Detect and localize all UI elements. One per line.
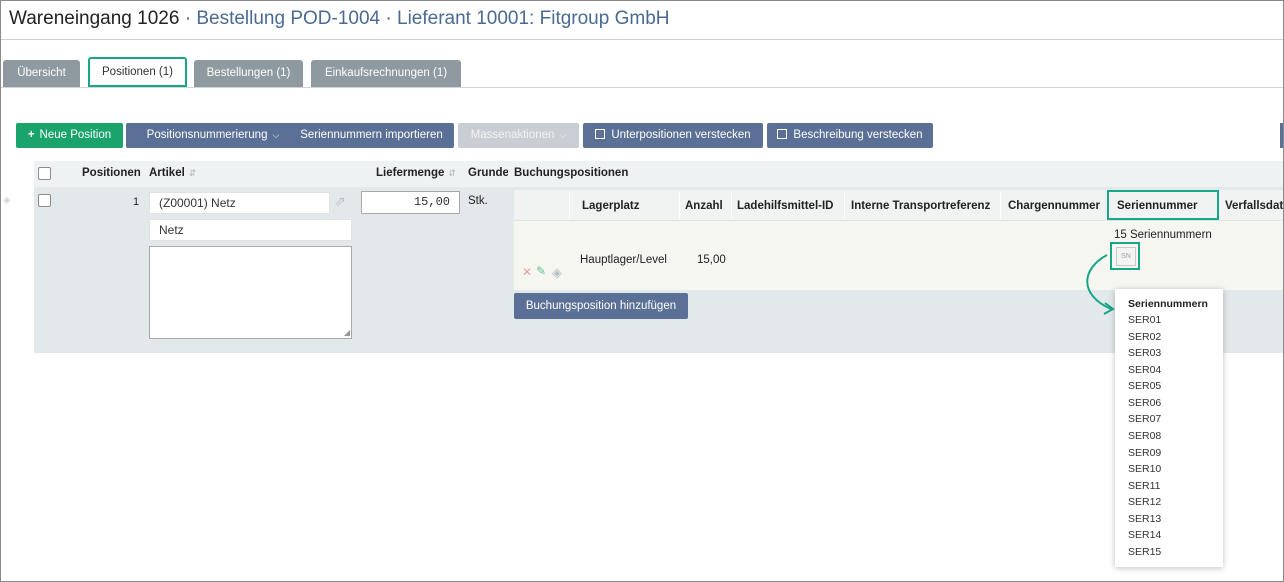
col-quantity-label: Liefermenge xyxy=(376,167,445,179)
tabs-divider xyxy=(1,87,1283,88)
title-divider xyxy=(1,39,1283,40)
col-load-carrier-id: Ladehilfsmittel-ID xyxy=(737,200,834,212)
numbering-dropdown-button[interactable]: Positionsnummerierung ⌵ xyxy=(126,123,300,148)
list-item: SER15 xyxy=(1128,546,1162,558)
hide-description-button[interactable]: Beschreibung verstecken xyxy=(767,123,933,148)
column-divider xyxy=(1000,192,1001,219)
supplier-link[interactable]: Lieferant 10001: Fitgroup GmbH xyxy=(397,8,670,29)
description-textarea[interactable]: ◢ xyxy=(149,246,352,339)
article-input[interactable]: (Z00001) Netz xyxy=(149,192,330,214)
tab-purchase-invoices[interactable]: Einkaufsrechnungen (1) xyxy=(311,60,461,87)
col-location: Lagerplatz xyxy=(582,200,640,212)
chevron-down-icon: ⌵ xyxy=(559,130,567,140)
edit-icon[interactable]: ✎ xyxy=(536,264,546,278)
sort-icon[interactable]: ⇵ xyxy=(448,168,456,178)
mass-actions-dropdown-button[interactable]: Massenaktionen ⌵ xyxy=(458,123,579,148)
hide-description-label: Beschreibung verstecken xyxy=(793,129,923,141)
page-title: Wareneingang 1026 · Bestellung POD-1004 … xyxy=(9,8,670,30)
column-divider xyxy=(731,192,732,219)
layers-icon: ◈ xyxy=(3,195,11,206)
col-article[interactable]: Artikel ⇵ xyxy=(149,167,196,179)
checkbox-icon xyxy=(777,129,788,139)
plus-icon: + xyxy=(27,129,35,141)
overflow-button[interactable] xyxy=(1280,123,1283,148)
hide-subpositions-button[interactable]: Unterpositionen verstecken xyxy=(583,123,763,148)
row-checkbox[interactable] xyxy=(38,194,51,207)
positions-table-header: Positionen Artikel⇵ Liefermenge⇵ Grundei… xyxy=(34,161,1283,187)
count-value: 15,00 xyxy=(697,254,726,266)
import-serials-button[interactable]: Seriennummern importieren xyxy=(289,123,454,148)
numbering-label: Positionsnummerierung xyxy=(146,129,268,141)
tab-orders[interactable]: Bestellungen (1) xyxy=(194,60,303,87)
list-item: SER05 xyxy=(1128,380,1162,392)
serial-numbers-popup: Seriennummern SER01 SER02 SER03 SER04 SE… xyxy=(1115,289,1223,567)
list-item: SER06 xyxy=(1128,397,1162,409)
col-count: Anzahl xyxy=(685,200,723,212)
col-quantity[interactable]: Liefermenge ⇵ xyxy=(376,167,456,179)
resize-handle-icon[interactable]: ◢ xyxy=(344,328,350,337)
col-article-label: Artikel xyxy=(149,167,185,179)
app-window: Wareneingang 1026 · Bestellung POD-1004 … xyxy=(0,0,1284,582)
location-value: Hauptlager/Level xyxy=(580,254,667,266)
title-separator: · xyxy=(184,8,192,29)
list-item: SER07 xyxy=(1128,413,1162,425)
tab-bar: Übersicht Positionen (1) Bestellungen (1… xyxy=(1,57,1283,88)
list-item: SER14 xyxy=(1128,529,1162,541)
popup-title: Seriennummern xyxy=(1128,298,1208,310)
sort-icon[interactable]: ⇵ xyxy=(189,168,197,178)
col-bookings: Buchungspositionen xyxy=(514,167,629,179)
article-name-input[interactable]: Netz xyxy=(149,219,352,241)
new-position-button[interactable]: + Neue Position xyxy=(16,123,123,148)
open-external-icon[interactable]: ⇗ xyxy=(334,193,346,210)
column-divider xyxy=(679,192,680,219)
layers-icon[interactable]: ◈ xyxy=(552,265,562,281)
hide-subpositions-label: Unterpositionen verstecken xyxy=(611,129,751,141)
delete-icon[interactable]: ✕ xyxy=(522,265,532,279)
list-item: SER04 xyxy=(1128,364,1162,376)
checkbox-icon xyxy=(595,129,606,139)
list-item: SER11 xyxy=(1128,480,1161,492)
list-item: SER08 xyxy=(1128,430,1162,442)
col-expiry-date: Verfallsdatum xyxy=(1225,200,1284,212)
list-item: SER03 xyxy=(1128,347,1162,359)
list-item: SER09 xyxy=(1128,447,1162,459)
list-item: SER01 xyxy=(1128,314,1162,326)
col-positions[interactable]: Positionen xyxy=(82,167,141,179)
serial-column-highlight xyxy=(1107,190,1219,220)
tab-overview[interactable]: Übersicht xyxy=(3,60,80,87)
col-transport-reference: Interne Transportreferenz xyxy=(851,200,991,212)
unit-value: Stk. xyxy=(468,195,488,207)
column-divider xyxy=(844,192,845,219)
col-batch-number: Chargennummer xyxy=(1008,200,1101,212)
import-serials-label: Seriennummern importieren xyxy=(300,129,443,141)
serial-summary: 15 Seriennummern xyxy=(1114,229,1212,241)
list-item: SER10 xyxy=(1128,463,1162,475)
tab-positions[interactable]: Positionen (1) xyxy=(88,57,187,87)
mass-actions-label: Massenaktionen xyxy=(470,129,555,141)
col-unit[interactable]: Grundeinheit xyxy=(468,167,508,179)
row-number: 1 xyxy=(133,196,140,208)
select-all-checkbox[interactable] xyxy=(38,167,51,180)
chevron-down-icon: ⌵ xyxy=(272,130,280,140)
add-booking-position-button[interactable]: Buchungsposition hinzufügen xyxy=(514,293,688,319)
column-divider xyxy=(569,192,570,219)
order-link[interactable]: Bestellung POD-1004 xyxy=(196,8,380,29)
quantity-input[interactable]: 15,00 xyxy=(361,191,460,214)
new-position-label: Neue Position xyxy=(39,129,112,141)
title-separator: · xyxy=(385,8,392,29)
receipt-title: Wareneingang 1026 xyxy=(9,8,180,29)
list-item: SER02 xyxy=(1128,331,1162,343)
list-item: SER13 xyxy=(1128,513,1162,525)
list-item: SER12 xyxy=(1128,496,1162,508)
